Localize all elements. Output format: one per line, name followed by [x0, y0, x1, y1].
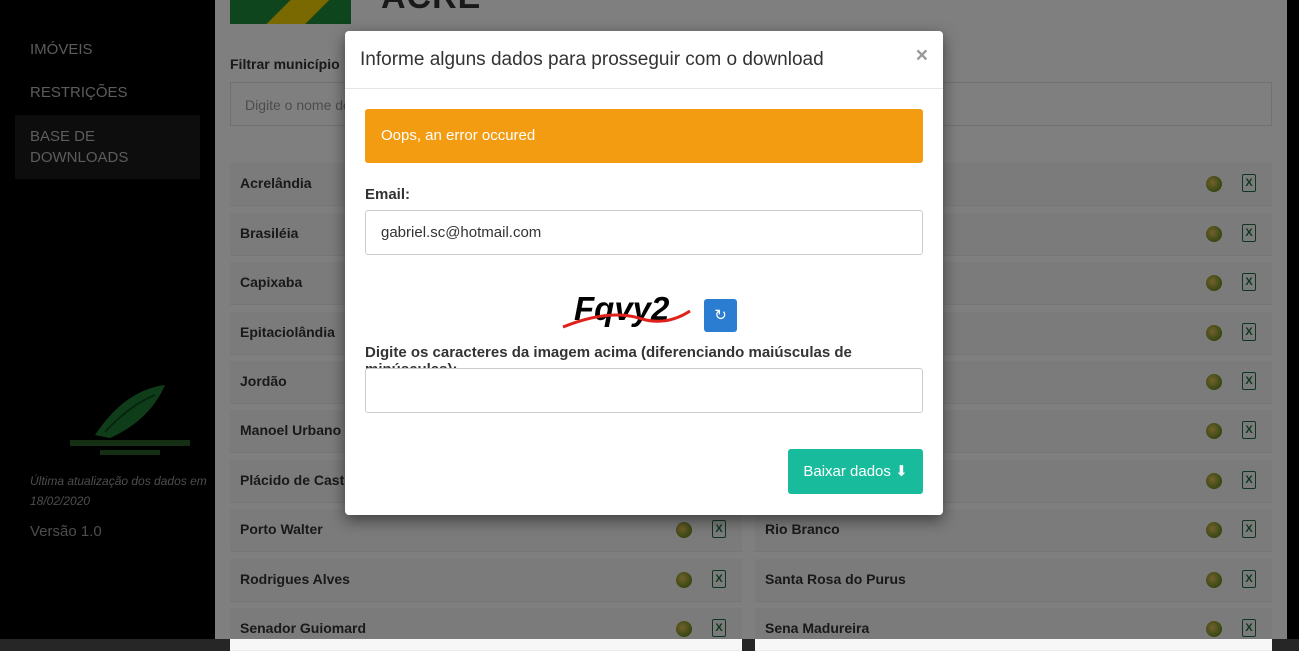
refresh-icon: ↻ [714, 307, 727, 324]
captcha-image: Fqvy2 [562, 290, 691, 329]
captcha-input[interactable] [365, 368, 923, 413]
modal-title: Informe alguns dados para prosseguir com… [360, 49, 824, 70]
modal-header: Informe alguns dados para prosseguir com… [345, 31, 943, 89]
download-icon: ⬇ [895, 463, 908, 480]
download-button[interactable]: Baixar dados ⬇ [788, 449, 923, 494]
email-field[interactable] [365, 210, 923, 255]
refresh-captcha-button[interactable]: ↻ [704, 299, 737, 332]
email-label: Email: [365, 186, 411, 203]
error-alert: Oops, an error occured [365, 109, 923, 163]
download-label: Baixar dados [803, 463, 891, 480]
download-modal: Informe alguns dados para prosseguir com… [345, 31, 943, 515]
close-icon[interactable]: × [916, 45, 928, 67]
